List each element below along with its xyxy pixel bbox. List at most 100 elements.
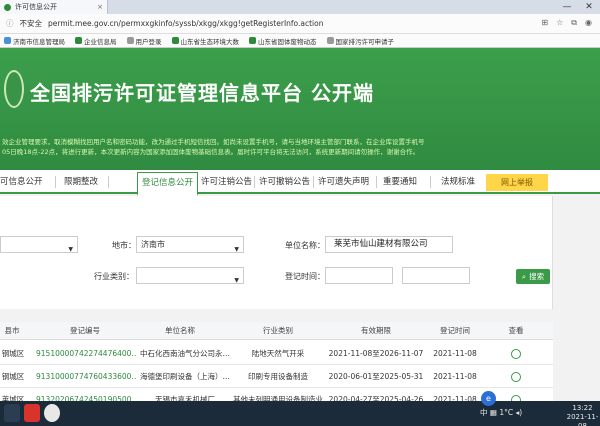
nav-divider (313, 176, 314, 188)
tab-close-icon[interactable]: × (97, 3, 103, 11)
collections-icon[interactable]: ⧉ (571, 18, 577, 28)
bookmark-icon (4, 37, 11, 44)
profile-icon[interactable]: ◉ (585, 18, 592, 28)
cell-reg-time: 2021-11-08 (433, 349, 477, 358)
bookmark-icon (75, 37, 82, 44)
notice-line: 05日晚18点-22点，将进行更新，本次更新内容为国家添加固体废物基础信息表。届… (2, 147, 420, 156)
cell-county: 钢城区 (1, 372, 25, 381)
bookmark-icon (326, 37, 334, 44)
col-validity: 有效期限 (361, 326, 391, 335)
bookmark-icon (171, 37, 179, 44)
chevron-down-icon: ▼ (234, 246, 239, 253)
address-bar-actions: ⊞ ☆ ⧉ ◉ (541, 18, 592, 28)
industry-label: 行业类别： (94, 272, 134, 281)
nav-item-regulations[interactable]: 法规标准 (441, 170, 475, 194)
city-label: 地市： (112, 241, 136, 250)
city-select[interactable]: 济南市 ▼ (136, 236, 244, 253)
cell-reg-number[interactable]: 91310000774760433600… (36, 366, 136, 388)
view-detail-icon[interactable] (511, 349, 521, 359)
bookmark-item[interactable]: 用户登录 (126, 36, 162, 46)
nav-divider (108, 176, 109, 188)
registration-time-label: 登记时间： (285, 272, 325, 281)
city-select-value: 济南市 (141, 240, 165, 249)
cell-reg-time: 2021-11-08 (433, 372, 477, 381)
nav-divider (376, 176, 377, 188)
table-header: 县市 登记编号 单位名称 行业类别 有效期限 登记时间 查看 (0, 322, 553, 340)
chevron-down-icon: ▼ (234, 277, 239, 284)
wps-icon[interactable] (24, 404, 40, 422)
address-bar[interactable]: ⓘ 不安全 permit.mee.gov.cn/permxxgkinfo/sys… (0, 14, 600, 34)
col-unit-name: 单位名称 (165, 326, 195, 335)
col-view: 查看 (508, 326, 524, 335)
industry-select[interactable]: ▼ (136, 267, 244, 284)
bookmark-item[interactable]: 山东省生态环境大数 (171, 36, 239, 46)
nav-item-revocation-notice[interactable]: 许可撤销公告 (259, 170, 310, 194)
nav-item-loss-statement[interactable]: 许可遗失声明 (318, 170, 369, 194)
bookmarks-bar: 济南市信息管理局 企业信息局 用户登录 山东省生态环境大数 山东省固体废物动态 … (0, 34, 600, 48)
col-reg-number: 登记编号 (70, 326, 100, 335)
volume-icon[interactable]: ◂) (516, 408, 523, 417)
cell-view (496, 343, 536, 365)
cell-validity: 2020-06-01至2025-05-31 (328, 372, 424, 381)
notice-banner: 效企业管理要求，取消模糊找回用户名和密码功能，改为通过手机短信找回。如尚未设置手… (0, 138, 600, 157)
nav-divider (430, 176, 431, 188)
nav-item-permit-info[interactable]: 可信息公开 (0, 170, 43, 194)
translate-icon[interactable]: ⊞ (541, 18, 548, 28)
unit-name-label: 单位名称： (285, 241, 325, 250)
insecure-warning-icon: ⓘ (6, 19, 14, 28)
nav-divider (55, 176, 56, 188)
results-table: 县市 登记编号 单位名称 行业类别 有效期限 登记时间 查看 钢城区 91510… (0, 322, 553, 412)
unit-name-input[interactable]: 莱芜市仙山建材有限公司 (325, 236, 453, 253)
start-icon[interactable] (4, 404, 20, 422)
nav-item-important-notice[interactable]: 重要通知 (383, 170, 417, 194)
site-header: 全国排污许可证管理信息平台 公开端 效企业管理要求，取消模糊找回用户名和密码功能… (0, 48, 600, 176)
notice-line: 效企业管理要求，取消模糊找回用户名和密码功能，改为通过手机短信找回。如尚未设置手… (2, 138, 425, 146)
main-nav: 可信息公开 限期整改 登记信息公开 许可注销公告 许可撤销公告 许可遗失声明 重… (0, 170, 600, 196)
search-icon: ⌕ (521, 271, 527, 281)
window-close-button[interactable]: ✕ (578, 0, 600, 14)
cell-reg-number[interactable]: 91510000742274476400… (36, 343, 136, 365)
time-end-input[interactable] (402, 267, 470, 284)
time-start-input[interactable] (325, 267, 393, 284)
input-method-icon[interactable]: 中 (480, 408, 488, 417)
cell-unit-name: 中石化西南油气分公司永… (140, 349, 230, 358)
nav-divider (254, 176, 255, 188)
search-button-label: 搜索 (529, 272, 545, 281)
taskbar: 中 ▦ 1°C ◂) 13:22 2021-11-08 (0, 401, 600, 426)
nav-item-rectification[interactable]: 限期整改 (64, 170, 98, 194)
network-icon[interactable]: ▦ (490, 408, 497, 417)
clock-date: 2021-11-08 (566, 413, 599, 426)
province-select[interactable]: ▼ (0, 236, 78, 253)
window-minimize-button[interactable]: — (556, 0, 578, 14)
floating-assistant-icon[interactable]: e (481, 391, 496, 406)
browser-tab[interactable]: 许可信息公开 × (0, 0, 108, 14)
online-report-button[interactable]: 网上举报 (486, 174, 548, 191)
bookmark-item[interactable]: 企业信息局 (75, 36, 117, 46)
nav-item-registration-info[interactable]: 登记信息公开 (137, 172, 199, 196)
weather-text[interactable]: 1°C (499, 408, 513, 417)
chevron-down-icon: ▼ (68, 246, 73, 253)
bookmark-icon (249, 37, 256, 44)
url-text[interactable]: permit.mee.gov.cn/permxxgkinfo/syssb/xkg… (48, 19, 323, 28)
clock[interactable]: 13:22 2021-11-08 (565, 404, 600, 426)
site-title: 全国排污许可证管理信息平台 公开端 (30, 81, 374, 105)
search-button[interactable]: ⌕ 搜索 (516, 269, 550, 284)
bookmark-item[interactable]: 济南市信息管理局 (4, 36, 65, 46)
wechat-icon[interactable] (44, 404, 60, 422)
col-reg-time: 登记时间 (440, 326, 470, 335)
bookmark-item[interactable]: 国家排污许可申请子 (326, 36, 394, 46)
table-row: 钢城区 91310000774760433600… 海德堡印刷设备（上海）… 印… (0, 366, 553, 388)
tab-favicon-icon (4, 3, 11, 11)
cell-county: 钢城区 (1, 349, 25, 358)
col-county: 县市 (4, 326, 20, 335)
bookmark-star-icon[interactable]: ☆ (556, 18, 563, 28)
tab-title: 许可信息公开 (15, 3, 57, 11)
cell-unit-name: 海德堡印刷设备（上海）… (140, 372, 230, 381)
cell-industry: 印刷专用设备制造 (248, 372, 308, 381)
bookmark-item[interactable]: 山东省固体废物动态 (249, 36, 317, 46)
col-industry: 行业类别 (263, 326, 293, 335)
filter-panel: ▼ 地市： 济南市 ▼ 单位名称： 莱芜市仙山建材有限公司 行业类别： ▼ 登记… (0, 196, 553, 309)
view-detail-icon[interactable] (511, 372, 521, 382)
nav-item-cancellation-notice[interactable]: 许可注销公告 (201, 170, 252, 194)
site-emblem-icon (4, 70, 24, 108)
